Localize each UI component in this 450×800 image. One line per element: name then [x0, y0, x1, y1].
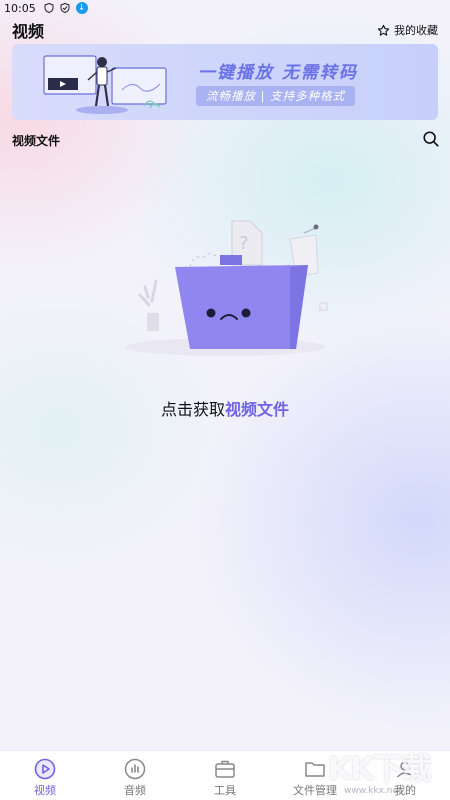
status-time: 10:05	[4, 1, 36, 15]
toolbox-icon	[215, 760, 235, 778]
banner-title: 一键播放 无需转码	[198, 63, 358, 83]
favorites-button[interactable]: 我的收藏	[377, 22, 438, 38]
banner-subtitle: 流畅播放 | 支持多种格式	[196, 86, 356, 106]
section-title: 视频文件	[12, 134, 61, 148]
star-icon	[377, 24, 390, 36]
audio-bars-icon	[124, 758, 146, 780]
tab-tools-label: 工具	[214, 784, 236, 797]
tab-audio-label: 音频	[124, 784, 146, 797]
watermark-url: www.kkx.net	[344, 786, 402, 796]
empty-state-link[interactable]: 视频文件	[225, 400, 289, 419]
play-circle-icon	[34, 758, 56, 780]
tab-video[interactable]: 视频	[0, 751, 90, 800]
download-notification-icon: ↓	[75, 2, 88, 14]
tab-video-label: 视频	[34, 784, 56, 797]
tab-tools[interactable]: 工具	[180, 751, 270, 800]
shield-check-icon	[60, 3, 70, 13]
empty-state-prefix: 点击获取	[160, 400, 225, 419]
empty-state-message[interactable]: 点击获取视频文件	[0, 396, 450, 420]
status-bar: 10:05 ↓	[0, 0, 450, 16]
search-icon[interactable]	[422, 130, 440, 148]
favorites-label: 我的收藏	[394, 24, 438, 37]
tab-audio[interactable]: 音频	[90, 751, 180, 800]
svg-text:?: ?	[239, 233, 249, 254]
header: 视频 我的收藏	[12, 18, 438, 41]
page-title: 视频	[12, 22, 45, 41]
promo-banner[interactable]: 一键播放 无需转码 流畅播放 | 支持多种格式	[12, 44, 438, 120]
empty-folder-illustration: ?	[125, 220, 328, 356]
folder-icon	[305, 762, 325, 777]
video-presenter-illustration	[43, 55, 167, 114]
shield-icon	[44, 3, 54, 13]
watermark-logo: KK下载	[328, 752, 431, 787]
section-header: 视频文件	[12, 130, 440, 150]
